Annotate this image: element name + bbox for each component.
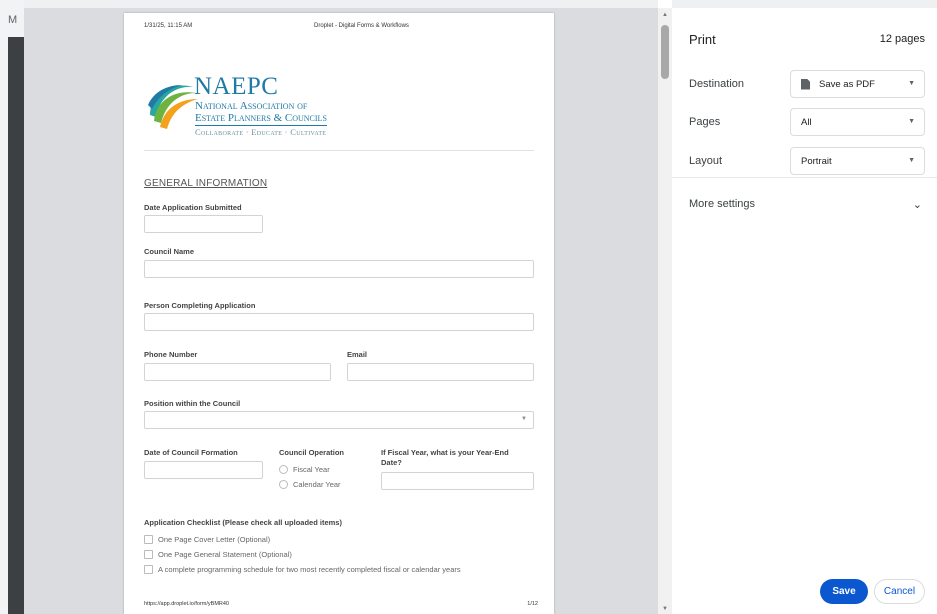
checklist-item-label: One Page General Statement (Optional)	[158, 550, 292, 559]
header-divider	[144, 150, 534, 151]
scrollbar-thumb[interactable]	[661, 25, 669, 79]
email-field[interactable]	[347, 363, 534, 381]
checklist-item[interactable]: One Page Cover Letter (Optional)	[144, 535, 270, 544]
checklist-item-label: A complete programming schedule for two …	[158, 565, 461, 574]
radio-circle-icon	[279, 465, 288, 474]
email-label: Email	[347, 350, 368, 359]
preview-scrollbar[interactable]: ▲ ▼	[658, 8, 672, 614]
print-settings-panel: Print 12 pages Destination Save as PDF ▼…	[672, 0, 937, 614]
page-header-date: 1/31/25, 11:15 AM	[144, 23, 193, 29]
checkbox-icon	[144, 565, 153, 574]
scroll-up-icon[interactable]: ▲	[662, 12, 668, 18]
radio-calendar-year-label: Calendar Year	[293, 480, 341, 489]
checklist-item[interactable]: One Page General Statement (Optional)	[144, 550, 292, 559]
council-name-field[interactable]	[144, 260, 534, 278]
caret-down-icon: ▼	[908, 118, 915, 125]
checklist-item[interactable]: A complete programming schedule for two …	[144, 565, 461, 574]
council-operation-label: Council Operation	[279, 448, 345, 457]
page-footer-number: 1/12	[527, 601, 538, 607]
save-button[interactable]: Save	[820, 579, 868, 604]
pages-label: Pages	[689, 116, 721, 128]
date-submitted-field[interactable]	[144, 215, 263, 233]
position-select[interactable]: ▼	[144, 411, 534, 429]
naepc-logo: NAEPC National Association of Estate Pla…	[144, 71, 374, 141]
fiscal-year-end-field[interactable]	[381, 472, 534, 490]
pages-select[interactable]: All ▼	[790, 108, 925, 136]
layout-value: Portrait	[801, 155, 832, 167]
scroll-down-icon[interactable]: ▼	[662, 606, 668, 612]
document-icon	[801, 78, 810, 90]
print-preview-area: 1/31/25, 11:15 AM Droplet - Digital Form…	[24, 0, 658, 614]
logo-acronym: NAEPC	[194, 73, 279, 100]
layout-select[interactable]: Portrait ▼	[790, 147, 925, 175]
cancel-button[interactable]: Cancel	[874, 579, 925, 604]
checkbox-icon	[144, 550, 153, 559]
phone-field[interactable]	[144, 363, 331, 381]
page-footer-url: https://app.droplet.io/form/yBMR40	[144, 601, 229, 607]
caret-down-icon: ▼	[908, 80, 915, 87]
phone-label: Phone Number	[144, 350, 198, 359]
left-edge-letter: M	[8, 14, 18, 26]
chevron-down-icon: ▼	[521, 416, 527, 422]
left-dark-panel	[8, 37, 24, 614]
section-title: GENERAL INFORMATION	[144, 178, 268, 189]
page-header-title: Droplet - Digital Forms & Workflows	[314, 23, 409, 29]
destination-value: Save as PDF	[819, 78, 875, 90]
council-name-label: Council Name	[144, 247, 195, 256]
person-completing-label: Person Completing Application	[144, 301, 256, 310]
settings-divider	[672, 177, 937, 178]
pages-value: All	[801, 116, 812, 128]
chevron-down-icon[interactable]: ⌄	[913, 198, 922, 211]
radio-fiscal-year-label: Fiscal Year	[293, 465, 330, 474]
formation-date-field[interactable]	[144, 461, 263, 479]
checklist-item-label: One Page Cover Letter (Optional)	[158, 535, 271, 544]
fiscal-year-end-label: If Fiscal Year, what is your Year-End Da…	[381, 448, 509, 467]
logo-tagline: Collaborate · Educate · Cultivate	[195, 127, 327, 137]
preview-page: 1/31/25, 11:15 AM Droplet - Digital Form…	[124, 13, 554, 614]
radio-calendar-year[interactable]: Calendar Year	[279, 480, 341, 489]
layout-label: Layout	[689, 155, 723, 167]
destination-select[interactable]: Save as PDF ▼	[790, 70, 925, 98]
logo-line-2: Estate Planners & Councils	[195, 112, 327, 126]
page-count: 12 pages	[879, 33, 925, 45]
position-label: Position within the Council	[144, 399, 241, 408]
logo-line-1: National Association of	[195, 100, 308, 112]
caret-down-icon: ▼	[908, 157, 915, 164]
person-completing-field[interactable]	[144, 313, 534, 331]
checklist-title: Application Checklist (Please check all …	[144, 518, 342, 527]
more-settings-toggle[interactable]: More settings	[689, 198, 755, 210]
checkbox-icon	[144, 535, 153, 544]
date-submitted-label: Date Application Submitted	[144, 203, 242, 212]
radio-fiscal-year[interactable]: Fiscal Year	[279, 465, 330, 474]
radio-circle-icon	[279, 480, 288, 489]
destination-label: Destination	[689, 78, 745, 90]
formation-date-label: Date of Council Formation	[144, 448, 238, 457]
left-window-strip: M	[0, 0, 24, 614]
print-title: Print	[689, 32, 716, 47]
